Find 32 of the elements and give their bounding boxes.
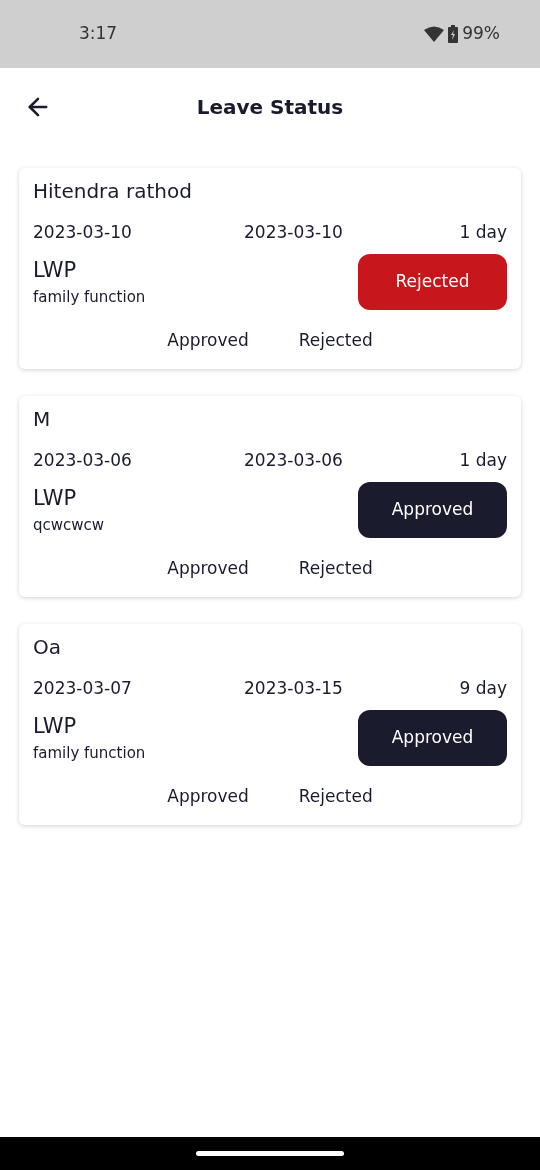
- leave-duration: 1 day: [459, 449, 507, 472]
- from-date: 2023-03-06: [33, 449, 133, 472]
- leave-reason: family function: [33, 743, 146, 764]
- leave-type: LWP: [33, 484, 78, 512]
- leave-reason: qcwcwcw: [33, 515, 105, 536]
- status-badge: Rejected: [358, 253, 507, 310]
- leave-type: LWP: [33, 256, 78, 284]
- wifi-icon: [424, 26, 445, 42]
- action-link[interactable]: Rejected: [298, 327, 373, 353]
- leave-duration: 9 day: [459, 677, 507, 700]
- status-badge: Approved: [358, 709, 507, 766]
- leave-duration: 1 day: [459, 221, 507, 244]
- battery-icon: [448, 25, 459, 43]
- employee-name: Oa: [33, 634, 62, 661]
- page-title: Leave Status: [196, 94, 344, 121]
- action-link[interactable]: Approved: [167, 327, 249, 353]
- status-time: 3:17: [79, 22, 118, 46]
- status-badge: Approved: [358, 481, 507, 538]
- to-date: 2023-03-06: [244, 449, 344, 472]
- to-date: 2023-03-10: [244, 221, 344, 244]
- action-link[interactable]: Approved: [167, 555, 249, 581]
- action-link[interactable]: Rejected: [298, 783, 373, 809]
- leave-reason: family function: [33, 287, 146, 308]
- battery-percent: 99%: [462, 22, 500, 46]
- employee-name: M: [33, 406, 52, 433]
- action-link[interactable]: Rejected: [298, 555, 373, 581]
- from-date: 2023-03-10: [33, 221, 133, 244]
- to-date: 2023-03-15: [244, 677, 344, 700]
- employee-name: Hitendra rathod: [33, 178, 193, 205]
- action-link[interactable]: Approved: [167, 783, 249, 809]
- leave-type: LWP: [33, 712, 78, 740]
- from-date: 2023-03-07: [33, 677, 133, 700]
